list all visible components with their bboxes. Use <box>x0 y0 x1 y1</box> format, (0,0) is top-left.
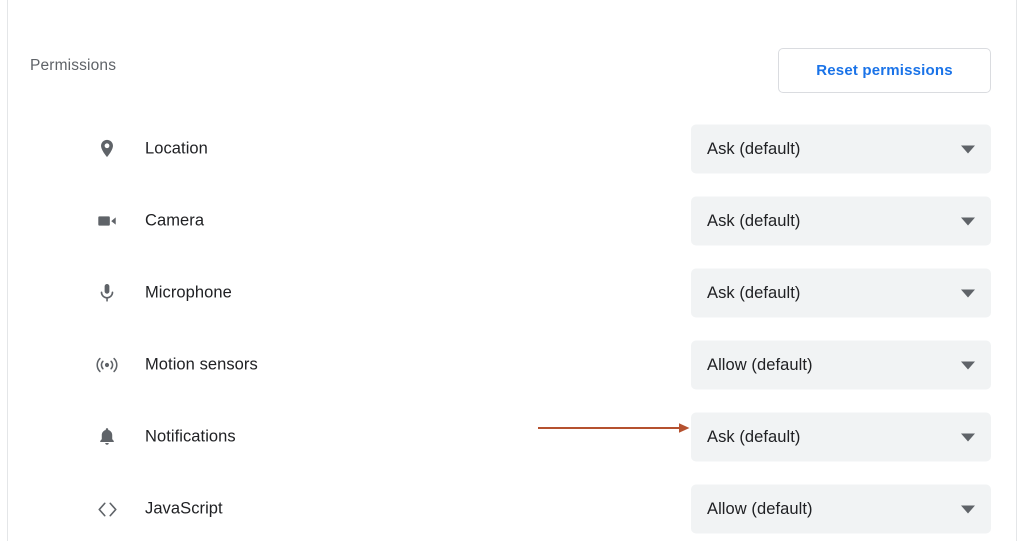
permissions-list: Location Ask (default) Camera Ask (default)… <box>0 113 1016 545</box>
microphone-icon <box>92 278 122 308</box>
permission-select-value: Ask (default) <box>707 283 801 302</box>
permission-select-value: Allow (default) <box>707 355 813 374</box>
permission-label: JavaScript <box>145 499 223 518</box>
chevron-down-icon <box>961 433 975 441</box>
chevron-down-icon <box>961 145 975 153</box>
permission-select-value: Allow (default) <box>707 499 813 518</box>
chevron-down-icon <box>961 289 975 297</box>
motion-sensors-icon <box>92 350 122 380</box>
permission-row: Location Ask (default) <box>0 113 1016 185</box>
code-brackets-icon <box>92 494 122 524</box>
permission-select[interactable]: Allow (default) <box>691 484 991 534</box>
permission-select-value: Ask (default) <box>707 139 801 158</box>
permission-select[interactable]: Ask (default) <box>691 268 991 318</box>
permission-row: Microphone Ask (default) <box>0 257 1016 329</box>
reset-permissions-button[interactable]: Reset permissions <box>778 48 991 93</box>
chevron-down-icon <box>961 505 975 513</box>
permission-label: Location <box>145 139 208 158</box>
permission-row: Motion sensors Allow (default) <box>0 329 1016 401</box>
permission-label: Notifications <box>145 427 236 446</box>
permission-select-value: Ask (default) <box>707 211 801 230</box>
permission-row: JavaScript Allow (default) <box>0 473 1016 545</box>
chevron-down-icon <box>961 361 975 369</box>
chevron-down-icon <box>961 217 975 225</box>
page-title: Permissions <box>30 57 117 74</box>
permission-label: Microphone <box>145 283 232 302</box>
permission-select[interactable]: Allow (default) <box>691 340 991 390</box>
permission-select[interactable]: Ask (default) <box>691 412 991 462</box>
settings-permissions-page: Permissions Reset permissions Location As… <box>0 0 1024 541</box>
bell-icon <box>92 422 122 452</box>
video-camera-icon <box>92 206 122 236</box>
permission-select[interactable]: Ask (default) <box>691 196 991 246</box>
permission-label: Motion sensors <box>145 355 258 374</box>
permission-row: Camera Ask (default) <box>0 185 1016 257</box>
location-pin-icon <box>92 134 122 164</box>
permission-select-value: Ask (default) <box>707 427 801 446</box>
permission-row: Notifications Ask (default) <box>0 401 1016 473</box>
page-right-border <box>1016 0 1017 541</box>
permissions-section-header: Permissions Reset permissions <box>0 45 1016 105</box>
permission-label: Camera <box>145 211 205 230</box>
permission-select[interactable]: Ask (default) <box>691 124 991 174</box>
